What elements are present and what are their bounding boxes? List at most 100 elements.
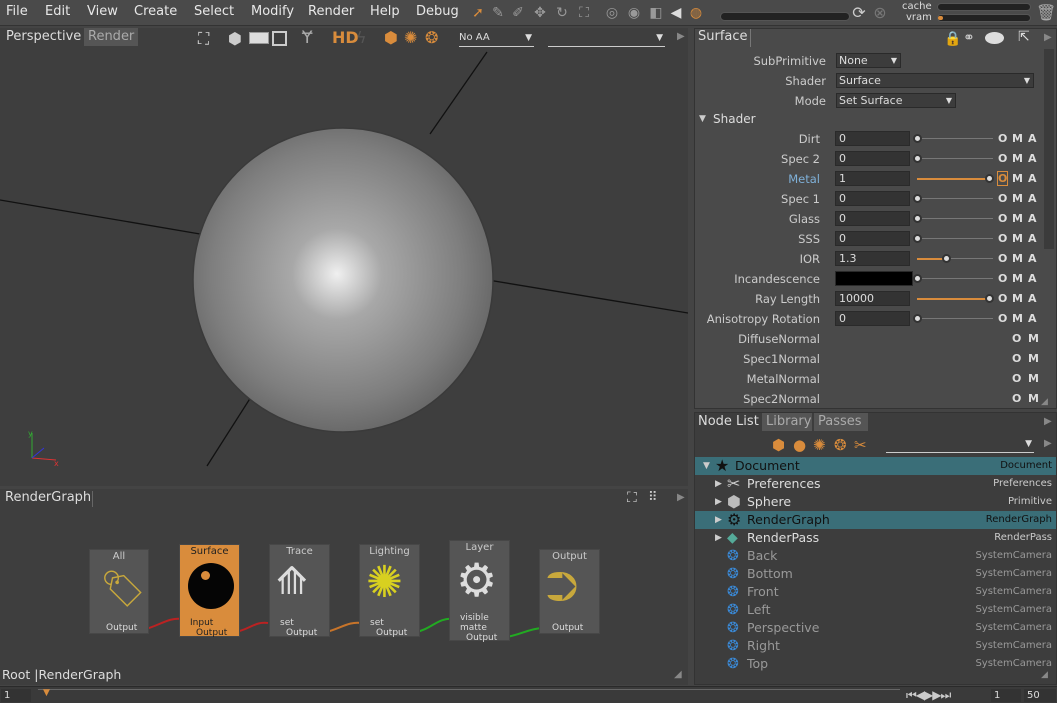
refresh-icon[interactable]: ⟳ <box>851 4 867 22</box>
map-toggle[interactable]: M <box>1012 252 1023 265</box>
animate-toggle[interactable]: A <box>1028 152 1037 165</box>
tree-row[interactable]: ▶ ✂ Preferences Preferences <box>695 475 1056 493</box>
override-toggle[interactable]: O <box>998 132 1007 145</box>
map-toggle[interactable]: M <box>1012 192 1023 205</box>
tree-row[interactable]: ▶ ⬢ Sphere Primitive <box>695 493 1056 511</box>
tree-row[interactable]: ❂ Perspective SystemCamera <box>695 619 1056 637</box>
camera-combo[interactable]: ▼ <box>548 31 665 47</box>
animate-toggle[interactable]: A <box>1028 272 1037 285</box>
param-slider[interactable] <box>913 314 993 323</box>
map-toggle[interactable]: M <box>1012 212 1023 225</box>
link-icon[interactable]: ⚭ <box>963 30 975 46</box>
slider-knob[interactable] <box>913 314 922 323</box>
subprimitive-select[interactable]: None ▼ <box>836 53 901 68</box>
slider-knob[interactable] <box>941 254 951 263</box>
tree-row[interactable]: ▼ ★ Document Document <box>695 457 1056 475</box>
slider-knob[interactable] <box>913 194 922 203</box>
resize-handle-icon[interactable]: ◢ <box>674 669 682 680</box>
move-icon[interactable]: ✥ <box>532 4 548 22</box>
pill-icon[interactable] <box>985 32 1004 44</box>
aa-combo[interactable]: No AA ▼ <box>459 31 534 47</box>
map-toggle[interactable]: M <box>1012 232 1023 245</box>
tripod-icon[interactable]: Ɏ <box>302 28 312 48</box>
menu-debug[interactable]: Debug <box>416 4 459 19</box>
override-toggle[interactable]: O <box>998 312 1007 325</box>
param-slider[interactable] <box>913 194 993 203</box>
animate-toggle[interactable]: A <box>1028 232 1037 245</box>
node-all[interactable]: All 🏷 Output <box>89 549 149 634</box>
param-value-field[interactable]: 10000 <box>835 291 910 306</box>
aperture-icon[interactable]: ❂ <box>834 436 847 454</box>
menu-help[interactable]: Help <box>370 4 400 19</box>
tree-row[interactable]: ▶ ⚙ RenderGraph RenderGraph <box>695 511 1056 529</box>
param-slider[interactable] <box>913 214 993 223</box>
map-toggle[interactable]: M <box>1012 312 1023 325</box>
port-visible[interactable]: visible <box>460 613 489 623</box>
port-matte[interactable]: matte <box>460 623 487 633</box>
param-value-field[interactable]: 0 <box>835 211 910 226</box>
filter-combo[interactable]: ▼ <box>886 437 1034 453</box>
collapsed-arrow-icon[interactable]: ▶ <box>715 511 722 529</box>
collapsed-arrow-icon[interactable]: ▶ <box>715 475 722 493</box>
globe-icon[interactable]: ◍ <box>688 4 704 22</box>
breadcrumb[interactable]: Root |RenderGraph <box>2 667 121 682</box>
tab-library[interactable]: Library <box>762 413 812 431</box>
override-toggle[interactable]: O <box>998 252 1007 265</box>
map-toggle[interactable]: M <box>1028 352 1039 365</box>
box-icon[interactable]: ⬢ <box>772 436 785 454</box>
shader-select[interactable]: Surface ▼ <box>836 73 1034 88</box>
override-toggle[interactable]: O <box>1012 392 1021 405</box>
pen-icon[interactable]: ✐ <box>510 4 526 22</box>
port-output[interactable]: Output <box>106 623 137 633</box>
slider-knob[interactable] <box>913 134 922 143</box>
override-toggle[interactable]: O <box>998 292 1007 305</box>
slider-knob[interactable] <box>913 214 922 223</box>
param-value-field[interactable]: 0 <box>835 151 910 166</box>
cube-icon[interactable]: ⬢ <box>228 29 242 48</box>
panel-expand-icon[interactable]: ▶ <box>677 31 685 42</box>
scale-icon[interactable]: ⛶ <box>576 4 592 22</box>
mode-select[interactable]: Set Surface ▼ <box>836 93 956 108</box>
node-lighting[interactable]: Lighting ✺ set Output <box>359 544 420 638</box>
tree-row[interactable]: ❂ Bottom SystemCamera <box>695 565 1056 583</box>
animate-toggle[interactable]: A <box>1028 312 1037 325</box>
map-toggle[interactable]: M <box>1028 332 1039 345</box>
playhead-marker[interactable]: ▼ <box>43 688 50 698</box>
override-toggle[interactable]: O <box>998 272 1007 285</box>
animate-toggle[interactable]: A <box>1028 172 1037 185</box>
section-collapse-icon[interactable]: ▼ <box>699 114 706 124</box>
map-toggle[interactable]: M <box>1012 152 1023 165</box>
tree-row[interactable]: ❂ Right SystemCamera <box>695 637 1056 655</box>
port-output[interactable]: Output <box>376 628 407 638</box>
menu-create[interactable]: Create <box>134 4 177 19</box>
param-value-field[interactable]: 0 <box>835 131 910 146</box>
override-toggle[interactable]: O <box>998 152 1007 165</box>
collapsed-arrow-icon[interactable]: ▶ <box>715 529 722 547</box>
tab-passes[interactable]: Passes <box>814 413 868 431</box>
override-toggle[interactable]: O <box>998 212 1007 225</box>
tab-node-list[interactable]: Node List <box>695 413 760 431</box>
map-toggle[interactable]: M <box>1028 392 1039 405</box>
param-slider[interactable] <box>917 294 994 303</box>
tree-row[interactable]: ▶ ◆ RenderPass RenderPass <box>695 529 1056 547</box>
menu-edit[interactable]: Edit <box>45 4 70 19</box>
sphere-icon[interactable]: ● <box>793 436 806 454</box>
start-frame-field[interactable]: 1 <box>1 689 31 702</box>
section-shader-title[interactable]: Shader <box>713 112 756 126</box>
port-set[interactable]: set <box>370 618 384 628</box>
tab-perspective[interactable]: Perspective <box>2 28 85 46</box>
tree-row[interactable]: ❂ Back SystemCamera <box>695 547 1056 565</box>
slider-knob[interactable] <box>985 174 994 183</box>
animate-toggle[interactable]: A <box>1028 212 1037 225</box>
param-value-field[interactable]: 0 <box>835 191 910 206</box>
resize-handle-icon[interactable]: ◢ <box>1041 670 1048 680</box>
tab-render[interactable]: Render <box>84 28 139 46</box>
menu-file[interactable]: File <box>6 4 28 19</box>
collapsed-arrow-icon[interactable]: ▶ <box>715 493 722 511</box>
timeline-scrubber[interactable]: ▼ <box>38 688 900 702</box>
lock-icon[interactable]: 🔒 <box>944 31 961 47</box>
param-value-field[interactable]: 1.3 <box>835 251 910 266</box>
animate-toggle[interactable]: A <box>1028 192 1037 205</box>
param-slider[interactable] <box>913 274 993 283</box>
brush-icon[interactable]: ✎ <box>490 4 506 22</box>
